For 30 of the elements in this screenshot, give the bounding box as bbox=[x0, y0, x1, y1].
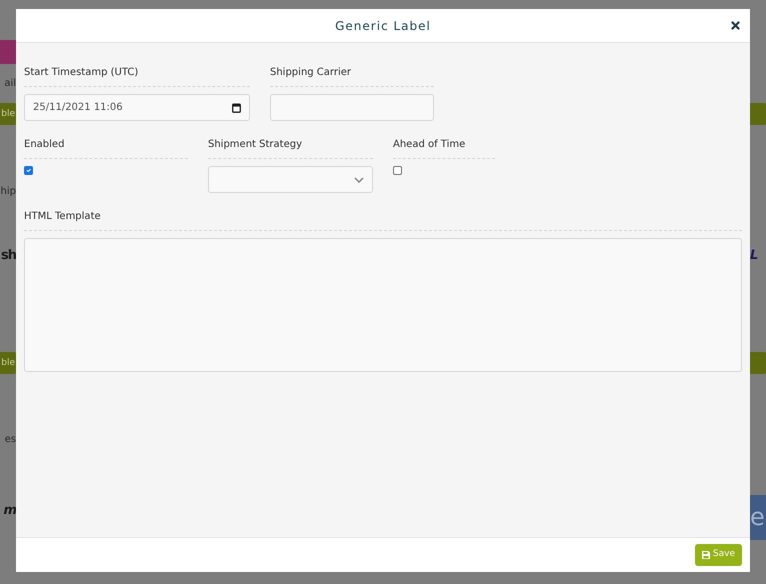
chevron-down-icon bbox=[354, 176, 364, 182]
page-button[interactable]: ble bbox=[0, 103, 16, 125]
save-button[interactable]: Save bbox=[694, 544, 742, 566]
field-label: HTML Template bbox=[24, 209, 742, 231]
close-icon bbox=[731, 21, 740, 30]
checkbox[interactable] bbox=[393, 166, 402, 175]
close-button[interactable] bbox=[731, 21, 740, 30]
page-text: hip bbox=[0, 185, 16, 199]
select-field[interactable] bbox=[208, 166, 373, 193]
field-label: Start Timestamp (UTC) bbox=[24, 65, 250, 87]
date-field[interactable]: 25/11/2021 11:06 bbox=[24, 94, 250, 121]
text-area[interactable] bbox=[24, 238, 742, 372]
menu-bar bbox=[0, 40, 16, 64]
field-label: Enabled bbox=[24, 137, 188, 159]
page-button[interactable] bbox=[750, 352, 766, 374]
page-text: es bbox=[4, 433, 16, 447]
modal-title: Generic Label bbox=[335, 18, 431, 34]
field-label: Shipment Strategy bbox=[208, 137, 373, 159]
checkbox[interactable] bbox=[24, 166, 33, 175]
page-button[interactable] bbox=[750, 103, 766, 125]
field-label: Shipping Carrier bbox=[270, 65, 434, 87]
banner: e bbox=[750, 495, 766, 540]
calendar-icon[interactable] bbox=[232, 103, 241, 113]
logo-text: L bbox=[750, 248, 758, 264]
logo-text: sh bbox=[1, 248, 16, 264]
page-text: ail bbox=[4, 77, 16, 91]
logo-text: m bbox=[3, 503, 16, 519]
field-label: Ahead of Time bbox=[393, 137, 495, 159]
page-button[interactable]: ble bbox=[0, 352, 16, 374]
text-field[interactable] bbox=[270, 94, 434, 121]
